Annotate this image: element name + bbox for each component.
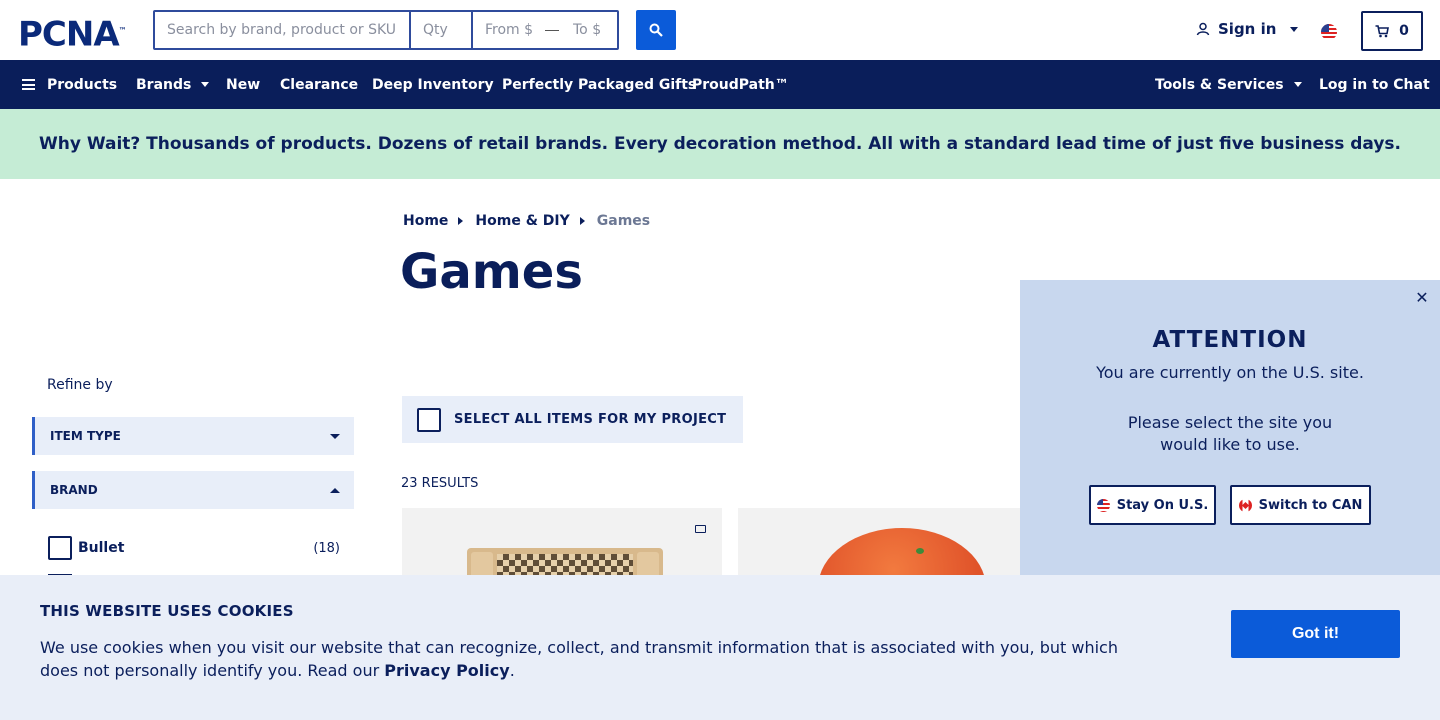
qty-input[interactable] [411, 12, 473, 48]
price-range-dash [545, 29, 559, 31]
pcna-logo[interactable]: PCNA™ [18, 14, 127, 51]
brand-count: (18) [313, 540, 340, 556]
menu-icon [22, 79, 35, 90]
logo-tm: ™ [118, 26, 127, 35]
caret-up-icon [330, 487, 340, 493]
switch-to-can-button[interactable]: Switch to CAN [1230, 485, 1371, 525]
sign-in-label: Sign in [1218, 20, 1277, 38]
nav-tools-services[interactable]: Tools & Services [1155, 60, 1302, 109]
chevron-right-icon [579, 217, 585, 225]
stay-label: Stay On U.S. [1116, 497, 1209, 513]
privacy-policy-link[interactable]: Privacy Policy [384, 661, 509, 680]
facet-label: ITEM TYPE [50, 429, 121, 443]
us-flag-icon [1096, 498, 1110, 512]
nav-deep-inventory[interactable]: Deep Inventory [372, 60, 494, 109]
canada-flag-icon [1238, 498, 1252, 512]
search-icon [649, 23, 663, 37]
nav-brands-label: Brands [136, 76, 192, 93]
nav-products[interactable]: Products [22, 60, 117, 109]
site-region-popup: ✕ ATTENTION You are currently on the U.S… [1020, 280, 1440, 580]
price-to-input[interactable] [561, 12, 617, 48]
cart-icon [1375, 24, 1390, 37]
select-all-label: SELECT ALL ITEMS FOR MY PROJECT [454, 412, 727, 427]
select-all-checkbox[interactable] [417, 407, 441, 432]
search-button[interactable] [636, 10, 676, 50]
cookie-body: We use cookies when you visit our websit… [40, 638, 1118, 680]
breadcrumb: Home Home & DIY Games [403, 213, 650, 229]
page-title: Games [400, 244, 583, 300]
facet-label: BRAND [50, 483, 98, 497]
switch-label: Switch to CAN [1258, 497, 1363, 513]
results-count: 23 RESULTS [401, 476, 479, 491]
top-header: PCNA™ Sign in 0 [0, 0, 1440, 60]
nav-chat-login[interactable]: Log in to Chat [1319, 60, 1430, 109]
nav-gifts[interactable]: Perfectly Packaged Gifts [502, 60, 696, 109]
refine-by-label: Refine by [47, 377, 113, 393]
brand-label: Bullet [78, 540, 125, 556]
nav-new[interactable]: New [226, 60, 260, 109]
search-group [153, 10, 619, 50]
close-icon[interactable]: ✕ [1414, 290, 1430, 306]
popup-current-site: You are currently on the U.S. site. [1096, 363, 1364, 382]
search-input[interactable] [155, 12, 411, 48]
promo-banner-text: Why Wait? Thousands of products. Dozens … [38, 134, 1402, 154]
stay-on-us-button[interactable]: Stay On U.S. [1089, 485, 1216, 525]
cookie-title: THIS WEBSITE USES COOKIES [40, 602, 294, 620]
select-all-items[interactable]: SELECT ALL ITEMS FOR MY PROJECT [402, 396, 743, 443]
brand-checkbox[interactable] [48, 536, 72, 560]
popup-instruction: Please select the site you would like to… [1127, 413, 1333, 454]
price-from-input[interactable] [473, 12, 543, 48]
facet-item-type[interactable]: ITEM TYPE [32, 417, 354, 455]
breadcrumb-category[interactable]: Home & DIY [475, 213, 569, 229]
chevron-down-icon [1290, 26, 1299, 32]
user-icon [1196, 22, 1210, 36]
us-flag-icon[interactable] [1321, 24, 1337, 40]
main-navigation: Products Brands New Clearance Deep Inven… [0, 60, 1440, 109]
nav-clearance[interactable]: Clearance [280, 60, 358, 109]
cookie-text: We use cookies when you visit our websit… [40, 636, 1150, 682]
popup-title: ATTENTION [1152, 327, 1308, 353]
nav-brands[interactable]: Brands [136, 60, 210, 109]
nav-proudpath[interactable]: ProudPath™ [692, 60, 789, 109]
breadcrumb-current: Games [596, 213, 651, 229]
brand-filter-option[interactable]: Bullet (18) [48, 536, 340, 560]
chevron-right-icon [458, 217, 464, 225]
nav-products-label: Products [47, 76, 118, 93]
cart-count: 0 [1399, 23, 1409, 39]
facet-brand[interactable]: BRAND [32, 471, 354, 509]
cookie-banner: THIS WEBSITE USES COOKIES We use cookies… [0, 575, 1440, 720]
cart-button[interactable]: 0 [1361, 11, 1423, 51]
promo-banner: Why Wait? Thousands of products. Dozens … [0, 109, 1440, 179]
breadcrumb-home[interactable]: Home [403, 213, 448, 229]
logo-text: PCNA [18, 14, 120, 55]
sign-in-menu[interactable]: Sign in [1196, 20, 1299, 38]
caret-down-icon [330, 433, 340, 439]
cookie-period: . [509, 661, 515, 680]
chevron-down-icon [201, 82, 210, 87]
nav-tools-label: Tools & Services [1155, 76, 1284, 93]
cookie-accept-button[interactable]: Got it! [1231, 610, 1400, 658]
chevron-down-icon [1293, 82, 1302, 87]
folder-icon[interactable] [695, 525, 706, 533]
